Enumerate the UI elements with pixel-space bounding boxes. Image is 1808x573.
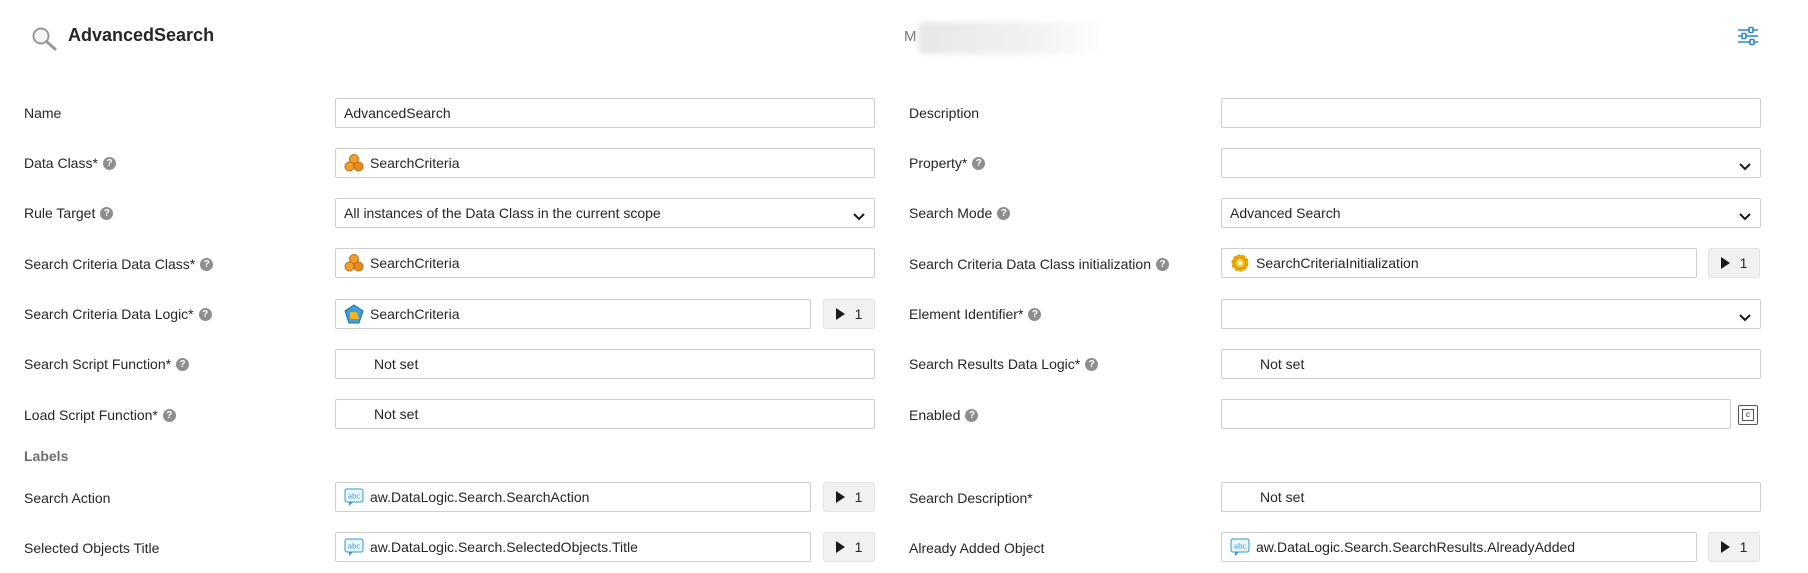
already-added-object-label: Already Added Object xyxy=(909,540,1045,556)
help-icon[interactable]: ? xyxy=(100,206,114,220)
run-button[interactable]: 1 xyxy=(823,532,875,562)
help-icon[interactable]: ? xyxy=(972,156,986,170)
settings-sliders-icon[interactable] xyxy=(1737,26,1759,49)
code-icon: c xyxy=(1742,409,1754,421)
search-action-input[interactable]: abc aw.DataLogic.Search.SearchAction xyxy=(335,482,811,512)
svg-text:abc: abc xyxy=(348,543,361,551)
search-script-function-label: Search Script Function*? xyxy=(24,355,190,373)
data-class-label: Data Class*? xyxy=(24,154,116,172)
search-criteria-data-class-input[interactable]: SearchCriteria xyxy=(335,248,875,278)
svg-text:abc: abc xyxy=(348,493,361,501)
chevron-down-icon xyxy=(853,208,865,224)
help-icon[interactable]: ? xyxy=(1085,357,1099,371)
data-logic-icon xyxy=(344,304,364,324)
search-script-function-input[interactable]: Not set xyxy=(335,349,875,379)
search-criteria-init-input[interactable]: SearchCriteriaInitialization xyxy=(1221,248,1697,278)
load-script-function-input[interactable]: Not set xyxy=(335,399,875,429)
already-added-object-input[interactable]: abc aw.DataLogic.Search.SearchResults.Al… xyxy=(1221,532,1697,562)
search-criteria-data-logic-input[interactable]: SearchCriteria xyxy=(335,299,811,329)
text-label-icon: abc xyxy=(344,537,364,557)
element-identifier-label: Element Identifier*? xyxy=(909,305,1042,323)
name-input[interactable]: AdvancedSearch xyxy=(335,98,875,128)
page-title: AdvancedSearch xyxy=(68,25,215,45)
run-button[interactable]: 1 xyxy=(1708,532,1760,562)
description-label: Description xyxy=(909,105,980,121)
search-mode-select[interactable]: Advanced Search xyxy=(1221,198,1761,228)
data-class-icon xyxy=(344,253,364,273)
play-icon xyxy=(835,491,845,503)
help-icon[interactable]: ? xyxy=(965,408,979,422)
help-icon[interactable]: ? xyxy=(1156,257,1169,271)
data-class-input[interactable]: SearchCriteria xyxy=(335,148,875,178)
search-description-label: Search Description* xyxy=(909,490,1033,506)
element-identifier-select[interactable] xyxy=(1221,299,1761,329)
name-label: Name xyxy=(24,105,62,121)
help-icon[interactable]: ? xyxy=(200,257,214,271)
run-button[interactable]: 1 xyxy=(823,299,875,329)
search-results-data-logic-label: Search Results Data Logic*? xyxy=(909,355,1099,373)
description-input[interactable] xyxy=(1221,98,1761,128)
run-button[interactable]: 1 xyxy=(823,482,875,512)
selected-objects-title-input[interactable]: abc aw.DataLogic.Search.SelectedObjects.… xyxy=(335,532,811,562)
search-results-data-logic-input[interactable]: Not set xyxy=(1221,349,1761,379)
load-script-function-label: Load Script Function*? xyxy=(24,406,176,424)
chevron-down-icon xyxy=(1739,309,1751,325)
search-criteria-data-class-label: Search Criteria Data Class*? xyxy=(24,255,214,273)
selected-objects-title-label: Selected Objects Title xyxy=(24,540,160,556)
text-label-icon: abc xyxy=(344,487,364,507)
play-icon xyxy=(1720,541,1730,553)
data-class-icon xyxy=(344,153,364,173)
enabled-label: Enabled? xyxy=(909,406,979,424)
rule-target-select[interactable]: All instances of the Data Class in the c… xyxy=(335,198,875,228)
enabled-input[interactable] xyxy=(1221,399,1731,429)
help-icon[interactable]: ? xyxy=(176,357,190,371)
property-label: Property*? xyxy=(909,154,986,172)
search-action-label: Search Action xyxy=(24,490,111,506)
play-icon xyxy=(835,308,845,320)
search-description-input[interactable]: Not set xyxy=(1221,482,1761,512)
rule-target-label: Rule Target? xyxy=(24,204,114,222)
labels-section-title: Labels xyxy=(24,448,69,464)
run-button[interactable]: 1 xyxy=(1708,248,1760,278)
search-criteria-init-label: Search Criteria Data Class initializatio… xyxy=(909,255,1169,273)
help-icon[interactable]: ? xyxy=(1028,307,1042,321)
chevron-down-icon xyxy=(1739,158,1751,174)
user-name-redacted xyxy=(918,22,1108,54)
help-icon[interactable]: ? xyxy=(997,206,1011,220)
search-criteria-data-logic-label: Search Criteria Data Logic*? xyxy=(24,305,212,323)
play-icon xyxy=(1720,257,1730,269)
property-select[interactable] xyxy=(1221,148,1761,178)
search-mode-label: Search Mode? xyxy=(909,204,1011,222)
play-icon xyxy=(835,541,845,553)
help-icon[interactable]: ? xyxy=(198,307,212,321)
expression-editor-button[interactable]: c xyxy=(1738,405,1758,425)
user-name: M xyxy=(904,28,917,45)
chevron-down-icon xyxy=(1739,208,1751,224)
help-icon[interactable]: ? xyxy=(162,408,176,422)
svg-text:abc: abc xyxy=(1234,543,1247,551)
help-icon[interactable]: ? xyxy=(102,156,116,170)
search-icon xyxy=(30,25,58,54)
text-label-icon: abc xyxy=(1230,537,1250,557)
gear-icon xyxy=(1230,253,1250,273)
